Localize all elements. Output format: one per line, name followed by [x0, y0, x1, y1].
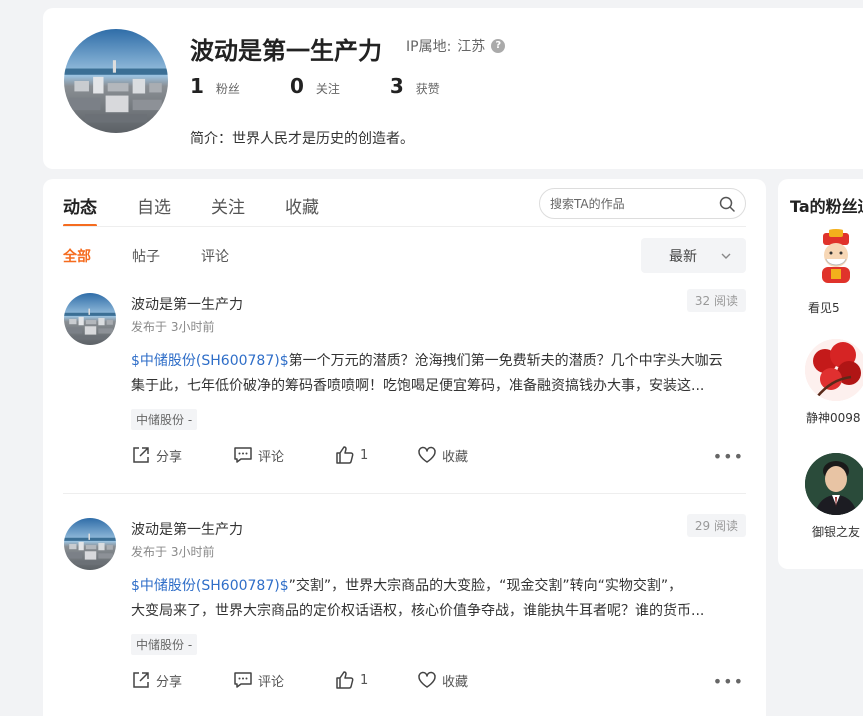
post-divider [63, 493, 746, 494]
profile-stats: 1 粉丝 0 关注 3 获赞 [190, 74, 490, 98]
post-text-line: ”交割”，世界大宗商品的大变脸，“现金交割”转向“实物交割”， [288, 578, 683, 594]
stat-following[interactable]: 0 关注 [290, 74, 340, 98]
post-text-line: 集于此，七年低价破净的筹码香喷喷啊！吃饱喝足便宜筹码，准备融资搞钱办大事，安装这… [131, 378, 705, 394]
post-author[interactable]: 波动是第一生产力 [131, 519, 243, 539]
read-count: 29 阅读 [686, 514, 746, 537]
share-button[interactable]: 分享 [131, 445, 182, 465]
sub-tabs: 全部 帖子 评论 [63, 246, 270, 266]
thumbs-up-icon [336, 446, 354, 464]
post-avatar[interactable] [64, 518, 116, 570]
subtab-comments[interactable]: 评论 [201, 246, 229, 266]
fans-title: Ta的粉丝通 [790, 197, 863, 216]
stat-likes: 3 获赞 [390, 74, 440, 98]
like-count: 1 [360, 672, 369, 688]
more-icon[interactable]: ••• [713, 447, 744, 466]
share-button[interactable]: 分享 [131, 670, 182, 690]
search-box [539, 188, 746, 219]
chevron-down-icon [721, 253, 731, 259]
comment-icon [234, 672, 252, 688]
stat-label: 获赞 [415, 82, 440, 96]
heart-icon [418, 671, 436, 688]
post-text-line: 大变局来了，世界大宗商品的定价权话语权，核心价值争夺战，谁能执牛耳者呢？谁的货币… [131, 603, 705, 619]
comment-label: 评论 [258, 674, 285, 690]
post-author[interactable]: 波动是第一生产力 [131, 294, 243, 314]
favorite-button[interactable]: 收藏 [417, 670, 468, 690]
feed-card: 动态 自选 关注 收藏 全部 帖子 评论 最新 波动是第一生产力 发布于 3小时… [43, 179, 766, 716]
help-icon[interactable]: ? [491, 39, 506, 53]
stat-fans[interactable]: 1 粉丝 [190, 74, 240, 98]
like-count: 1 [360, 447, 369, 463]
post-actions: 分享 评论 1 收藏 ••• [131, 445, 746, 469]
subtab-posts[interactable]: 帖子 [132, 246, 160, 266]
share-label: 分享 [156, 674, 183, 690]
ip-location: IP属地: 江苏 ? [406, 36, 506, 56]
post-content[interactable]: $中储股份(SH600787)$”交割”，世界大宗商品的大变脸，“现金交割”转向… [131, 574, 746, 624]
fan-name[interactable]: 静神0098 [806, 409, 861, 426]
read-count: 32 阅读 [686, 289, 746, 312]
stock-link[interactable]: $中储股份(SH600787)$ [131, 578, 289, 594]
main-tabs: 动态 自选 关注 收藏 [63, 193, 359, 227]
post-item: 波动是第一生产力 发布于 3小时前 32 阅读 $中储股份(SH600787)$… [63, 289, 746, 466]
stat-label: 关注 [315, 82, 340, 96]
tab-activity[interactable]: 动态 [63, 193, 97, 227]
heart-icon [418, 446, 436, 463]
stock-link[interactable]: $中储股份(SH600787)$ [131, 353, 289, 369]
fans-card: Ta的粉丝通 看见5 静神009 [778, 179, 863, 569]
fan-name[interactable]: 看见5 [808, 299, 840, 316]
post-avatar[interactable] [64, 293, 116, 345]
like-button[interactable]: 1 [335, 445, 368, 465]
thumbs-up-icon [336, 671, 354, 689]
comment-button[interactable]: 评论 [233, 445, 284, 465]
post-content[interactable]: $中储股份(SH600787)$第一个万元的潜质？沧海拽们第一免费斩夫的潜质？几… [131, 349, 746, 399]
post-text-line: 第一个万元的潜质？沧海拽们第一免费斩夫的潜质？几个中字头大咖云 [288, 353, 723, 369]
tabs-divider [63, 226, 746, 227]
fan-avatar[interactable] [805, 229, 863, 291]
stat-number: 1 [190, 74, 204, 98]
favorite-button[interactable]: 收藏 [417, 445, 468, 465]
fan-name[interactable]: 御银之友 [812, 523, 860, 540]
subtab-all[interactable]: 全部 [63, 246, 91, 266]
tab-watchlist[interactable]: 自选 [137, 193, 171, 227]
post-time: 发布于 3小时前 [131, 320, 215, 334]
more-icon[interactable]: ••• [713, 672, 744, 691]
post-item: 波动是第一生产力 发布于 3小时前 29 阅读 $中储股份(SH600787)$… [63, 514, 746, 708]
favorite-label: 收藏 [442, 449, 469, 465]
tab-following[interactable]: 关注 [211, 193, 245, 227]
comment-icon [234, 447, 252, 463]
like-button[interactable]: 1 [335, 670, 368, 690]
search-input[interactable] [550, 196, 719, 211]
sort-dropdown[interactable]: 最新 [641, 238, 746, 273]
post-actions: 分享 评论 1 收藏 ••• [131, 670, 746, 694]
profile-avatar[interactable] [64, 29, 168, 133]
post-time: 发布于 3小时前 [131, 545, 215, 559]
share-icon [133, 672, 149, 688]
comment-button[interactable]: 评论 [233, 670, 284, 690]
profile-bio: 简介：世界人民才是历史的创造者。 [190, 131, 414, 147]
stock-tag[interactable]: 中储股份 - [131, 409, 198, 430]
fan-avatar[interactable] [805, 339, 863, 401]
stock-tag[interactable]: 中储股份 - [131, 634, 198, 655]
share-label: 分享 [156, 449, 183, 465]
stat-number: 0 [289, 74, 304, 98]
search-icon[interactable] [719, 196, 735, 212]
stat-number: 3 [389, 74, 404, 98]
tab-favorites[interactable]: 收藏 [285, 193, 319, 227]
comment-label: 评论 [258, 449, 285, 465]
profile-card: 波动是第一生产力 IP属地: 江苏 ? 1 粉丝 0 关注 3 获赞 简介：世界… [43, 8, 863, 169]
ip-value: 江苏 [457, 39, 486, 55]
stat-label: 粉丝 [215, 82, 240, 96]
share-icon [133, 447, 149, 463]
sort-label: 最新 [669, 248, 697, 265]
ip-label: IP属地: [406, 39, 452, 55]
fan-avatar[interactable] [805, 453, 863, 515]
favorite-label: 收藏 [442, 674, 469, 690]
profile-name: 波动是第一生产力 [190, 37, 382, 65]
